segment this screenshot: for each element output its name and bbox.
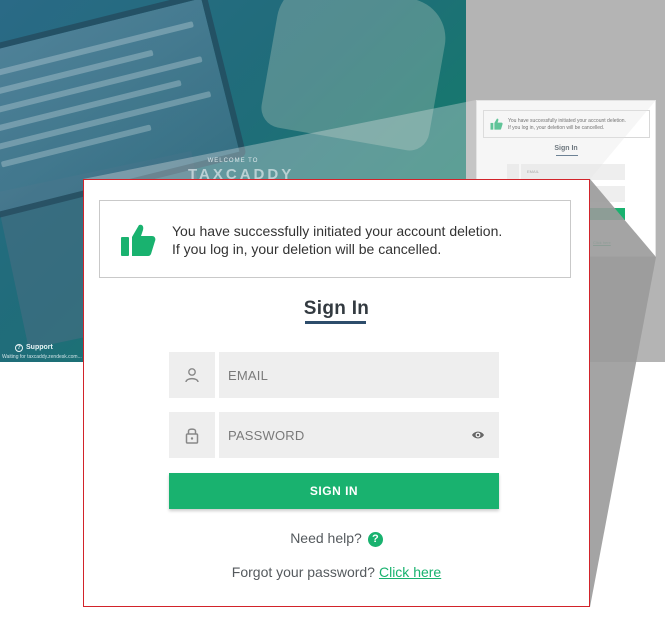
show-password-eye-icon[interactable] xyxy=(471,428,485,442)
signin-button[interactable]: SIGN IN xyxy=(169,473,499,509)
thumbs-up-icon xyxy=(121,224,156,256)
password-row xyxy=(169,412,499,458)
page-title: Sign In xyxy=(303,298,370,319)
need-help-text: Need help? xyxy=(290,530,362,546)
lock-icon xyxy=(169,412,215,458)
email-row xyxy=(169,352,499,398)
user-icon xyxy=(169,352,215,398)
click-here-link[interactable]: Click here xyxy=(379,564,441,580)
screenshot-stage: WELCOME TO TAXCADDY ?Support Waiting for… xyxy=(0,0,665,625)
forgot-password: Forgot your password? Click here xyxy=(84,564,589,580)
password-input[interactable] xyxy=(219,412,499,458)
email-input[interactable] xyxy=(219,352,499,398)
need-help[interactable]: Need help?? xyxy=(84,530,589,547)
title-underline xyxy=(305,321,366,324)
notice-line1: You have successfully initiated your acc… xyxy=(172,223,503,239)
help-question-icon[interactable]: ? xyxy=(367,532,383,547)
forgot-password-text: Forgot your password? xyxy=(231,564,375,580)
notice-line2: If you log in, your deletion will be can… xyxy=(172,241,442,257)
signin-card: You have successfully initiated your acc… xyxy=(83,179,590,607)
deletion-notice: You have successfully initiated your acc… xyxy=(99,200,571,278)
